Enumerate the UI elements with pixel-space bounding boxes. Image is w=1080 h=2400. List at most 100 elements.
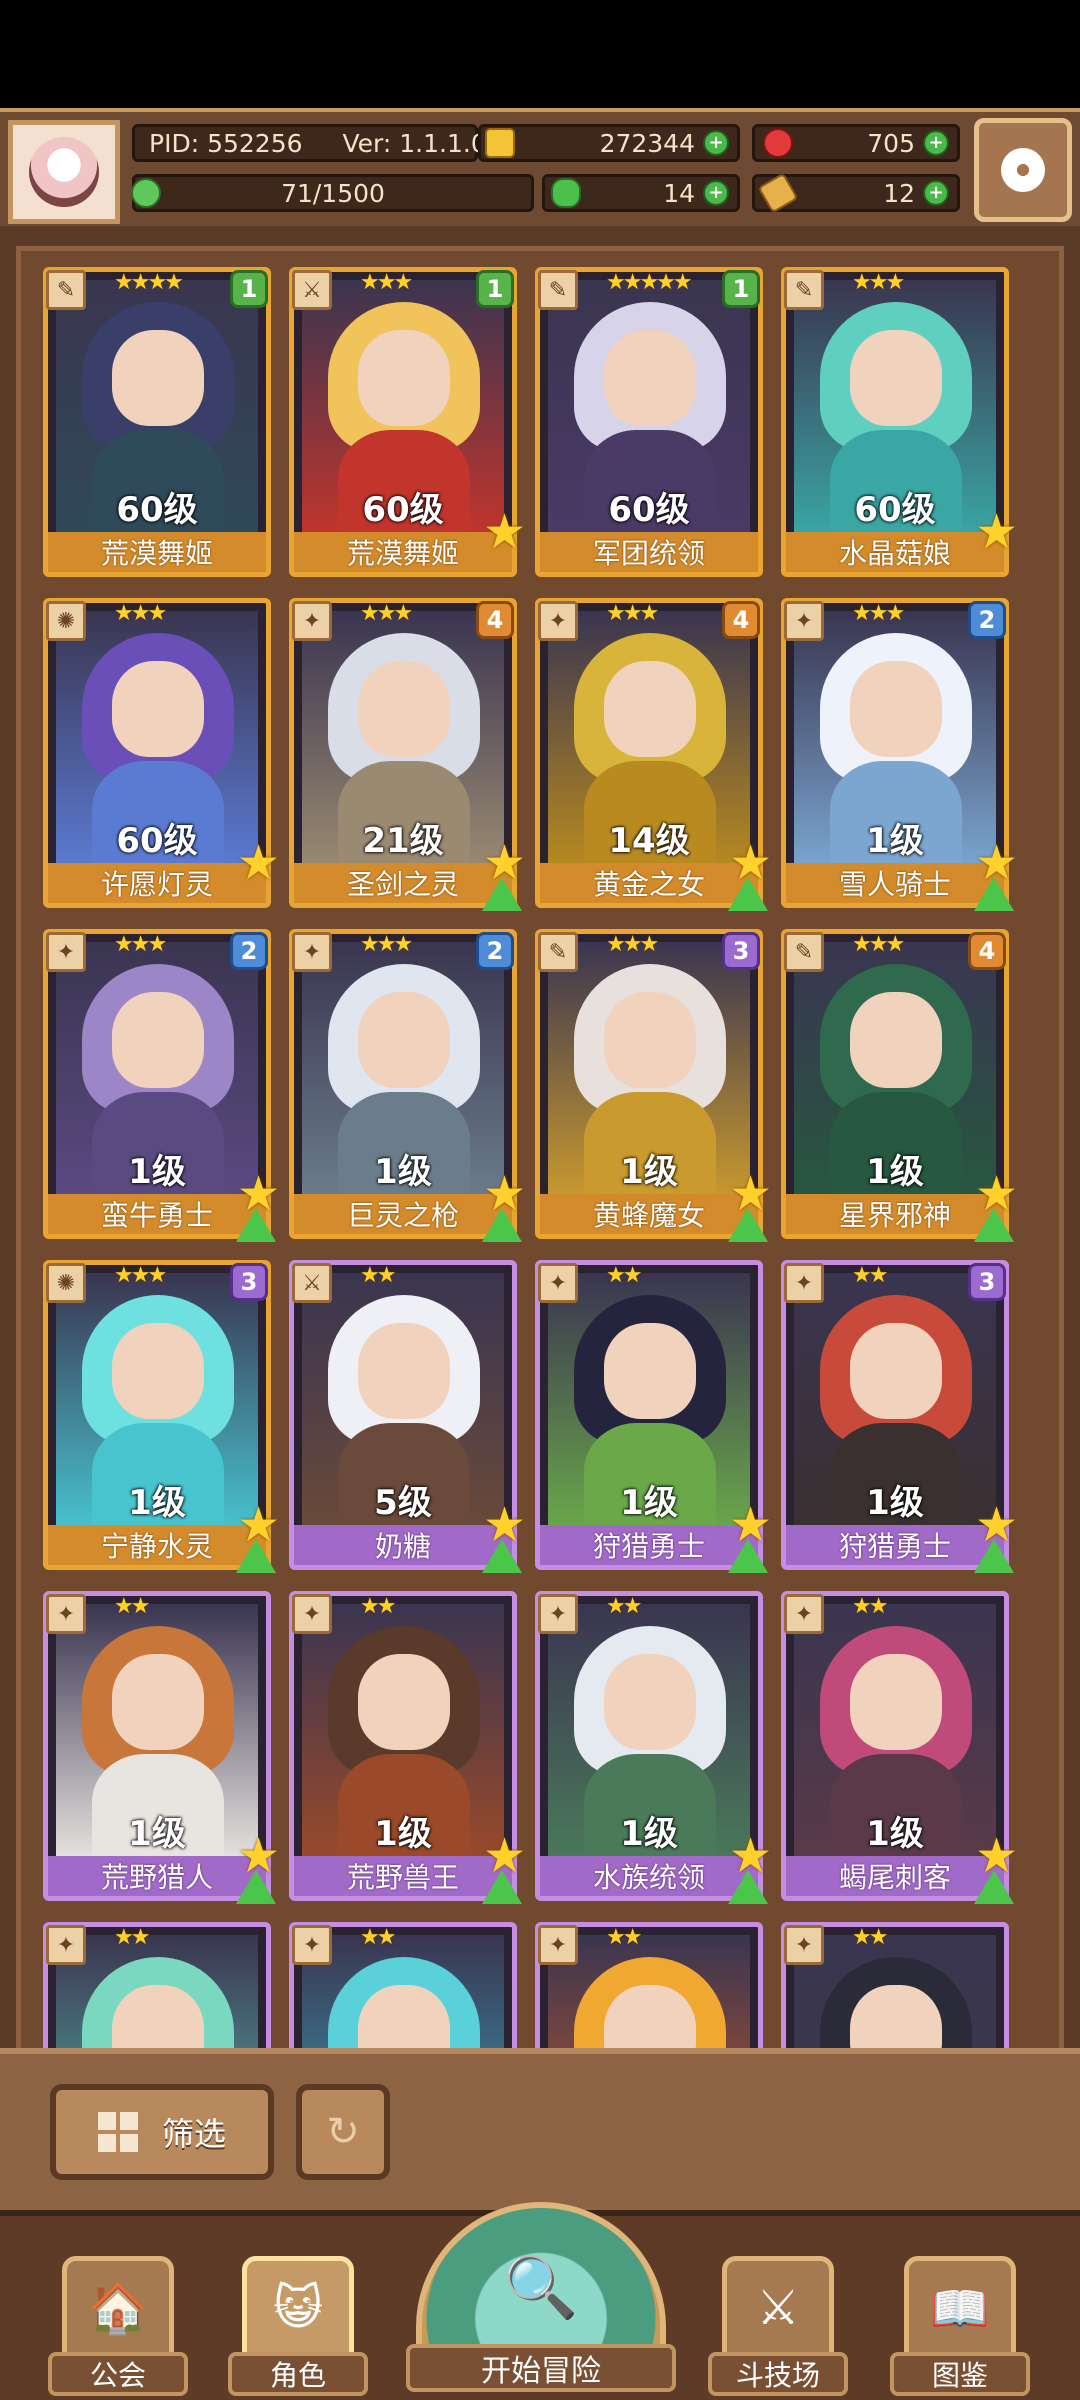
hero-name: 军团统领 (540, 532, 758, 572)
hero-face (850, 661, 942, 757)
hero-card[interactable]: ✦ ★★★ 4 14级 黄金之女 ★ (535, 598, 772, 911)
hero-level: 1级 (620, 1483, 678, 1523)
nav-guild[interactable]: 🏠 公会 (48, 2256, 188, 2396)
hero-card[interactable]: ✦ ★★★ 4 21级 圣剑之灵 ★ (289, 598, 526, 911)
hero-card[interactable]: ✎ ★★★★★ 1 60级 军团统领 (535, 267, 763, 577)
hero-card[interactable]: ✺ ★★★ 3 1级 宁静水灵 ★ (43, 1260, 280, 1573)
nav-start-adventure[interactable]: 🔍 开始冒险 (406, 2202, 676, 2400)
class-icon: ✺ (46, 601, 86, 641)
clover-value: 14 (663, 178, 695, 208)
level-up-arrow-icon (728, 1208, 768, 1242)
hero-card[interactable]: ✦ ★★ (535, 1922, 763, 2048)
class-icon: ✎ (784, 270, 824, 310)
class-icon: ✦ (538, 1594, 578, 1634)
star-upgrade-icon: ★ (974, 504, 1018, 560)
hero-level: 1级 (866, 1152, 924, 1192)
class-icon: ✎ (538, 932, 578, 972)
refresh-button[interactable]: ↻ (296, 2084, 390, 2180)
class-icon: ✺ (46, 1263, 86, 1303)
rank-badge: 2 (230, 932, 268, 970)
hero-name: 宁静水灵 (48, 1525, 266, 1565)
hero-name: 蛮牛勇士 (48, 1194, 266, 1234)
gold-coin-icon (485, 128, 515, 158)
hero-name: 水族统领 (540, 1856, 758, 1896)
hero-grid[interactable]: ✎ ★★★★ 1 60级 荒漠舞姬 ⚔ ★★★ 1 60级 荒漠舞姬 ★ ✎ ★★★★★ 1 60级 军团统领… (16, 246, 1064, 2048)
star-rating: ★★★ (114, 932, 167, 957)
nav-character[interactable]: 😺 角色 (228, 2256, 368, 2396)
hero-card[interactable]: ✦ ★★ 1级 荒野猎人 ★ (43, 1591, 280, 1904)
hero-face (850, 1654, 942, 1750)
class-icon: ✦ (538, 1263, 578, 1303)
class-icon: ✦ (46, 932, 86, 972)
hero-face (358, 1323, 450, 1419)
hero-card[interactable]: ✦ ★★ 1级 蝎尾刺客 ★ (781, 1591, 1018, 1904)
hero-card[interactable]: ⚔ ★★ 5级 奶糖 ★ (289, 1260, 526, 1573)
nav-codex[interactable]: 📖 图鉴 (890, 2256, 1030, 2396)
hero-portrait (56, 1935, 258, 2048)
star-rating: ★★★ (114, 1263, 167, 1288)
hero-card[interactable]: ✦ ★★ (289, 1922, 517, 2048)
add-gold-button[interactable]: + (703, 130, 729, 156)
star-rating: ★★★★★ (606, 270, 693, 295)
gem-value: 705 (867, 128, 915, 158)
star-rating: ★★★ (114, 601, 167, 626)
nav-arena[interactable]: ⚔ 斗技场 (708, 2256, 848, 2396)
hero-card[interactable]: ✎ ★★★ 60级 水晶菇娘 ★ (781, 267, 1018, 577)
level-up-arrow-icon (482, 1208, 522, 1242)
hero-card[interactable]: ✦ ★★ (781, 1922, 1009, 2048)
hero-portrait (302, 1935, 504, 2048)
hammer-icon (757, 172, 799, 214)
hero-card[interactable]: ✦ ★★ 1级 狩猎勇士 ★ (535, 1260, 772, 1573)
hero-level: 5级 (374, 1483, 432, 1523)
green-clover-icon (551, 178, 581, 208)
star-rating: ★★★★ (114, 270, 184, 295)
hero-card[interactable]: ✦ ★★ 1级 水族统领 ★ (535, 1591, 772, 1904)
clover-counter: 14 + (542, 174, 740, 212)
hero-card[interactable]: ✦ ★★ 3 1级 狩猎勇士 ★ (781, 1260, 1018, 1573)
settings-button[interactable] (974, 118, 1072, 222)
add-hammer-button[interactable]: + (923, 180, 949, 206)
hero-name: 雪人骑士 (786, 863, 1004, 903)
hero-name: 荒野猎人 (48, 1856, 266, 1896)
hero-card[interactable]: ✎ ★★★★ 1 60级 荒漠舞姬 (43, 267, 271, 577)
hero-name: 水晶菇娘 (786, 532, 1004, 572)
hero-level: 1级 (866, 1483, 924, 1523)
hero-card[interactable]: ✦ ★★ (43, 1922, 271, 2048)
star-rating: ★★ (606, 1263, 642, 1288)
add-clover-button[interactable]: + (703, 180, 729, 206)
list-controls: 筛选 ↻ (0, 2048, 1080, 2210)
player-avatar[interactable] (8, 120, 120, 224)
hero-card[interactable]: ✦ ★★★ 2 1级 雪人骑士 ★ (781, 598, 1018, 911)
add-gem-button[interactable]: + (923, 130, 949, 156)
hero-card[interactable]: ✦ ★★ 1级 荒野兽王 ★ (289, 1591, 526, 1904)
star-rating: ★★ (360, 1594, 396, 1619)
hero-face (604, 330, 696, 426)
level-up-arrow-icon (236, 1539, 276, 1573)
level-up-arrow-icon (482, 1539, 522, 1573)
filter-button[interactable]: 筛选 (50, 2084, 274, 2180)
hero-face (604, 1654, 696, 1750)
hero-card[interactable]: ✦ ★★★ 2 1级 蛮牛勇士 ★ (43, 929, 280, 1242)
hero-level: 60级 (116, 490, 198, 530)
level-up-arrow-icon (974, 1208, 1014, 1242)
refresh-icon: ↻ (326, 2109, 360, 2155)
hero-card[interactable]: ✎ ★★★ 3 1级 黄蜂魔女 ★ (535, 929, 772, 1242)
star-rating: ★★ (360, 1925, 396, 1950)
class-icon: ✎ (538, 270, 578, 310)
rank-badge: 4 (476, 601, 514, 639)
star-rating: ★★ (606, 1925, 642, 1950)
hero-level: 21级 (362, 821, 444, 861)
hero-card[interactable]: ⚔ ★★★ 1 60级 荒漠舞姬 ★ (289, 267, 526, 577)
gold-value: 272344 (599, 128, 695, 158)
class-icon: ✦ (784, 1263, 824, 1303)
hero-card[interactable]: ✦ ★★★ 2 1级 巨灵之枪 ★ (289, 929, 526, 1242)
class-icon: ✦ (292, 1594, 332, 1634)
crossed-swords-icon: ⚔ (722, 2256, 834, 2360)
hero-card[interactable]: ✎ ★★★ 4 1级 星界邪神 ★ (781, 929, 1018, 1242)
gold-counter: 272344 + (478, 124, 740, 162)
class-icon: ✦ (538, 601, 578, 641)
hero-name: 巨灵之枪 (294, 1194, 512, 1234)
book-icon: 📖 (904, 2256, 1016, 2360)
bottom-navigation: 🏠 公会 😺 角色 🔍 开始冒险 ⚔ 斗技场 📖 图鉴 (0, 2202, 1080, 2400)
hero-card[interactable]: ✺ ★★★ 60级 许愿灯灵 ★ (43, 598, 280, 908)
